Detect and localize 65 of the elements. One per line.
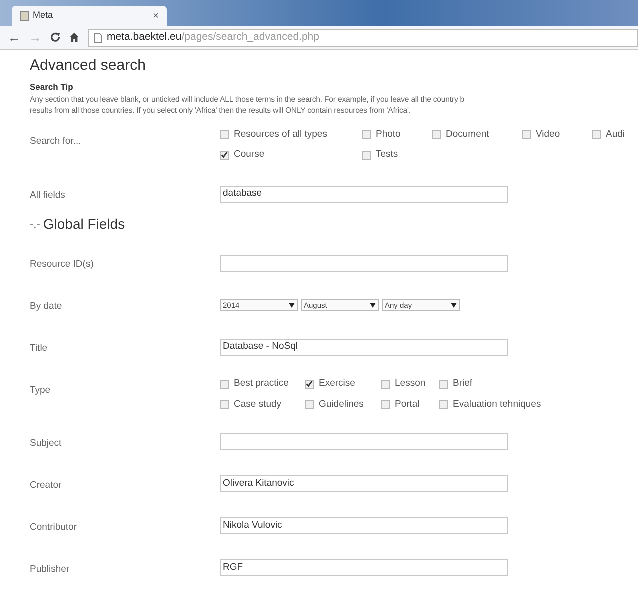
option-label: Best practice bbox=[234, 377, 289, 392]
option-label: Video bbox=[536, 128, 560, 142]
dropdown-arrow-icon bbox=[370, 302, 376, 308]
section-title: Global Fields bbox=[43, 215, 126, 234]
page-icon bbox=[20, 11, 29, 21]
checkbox[interactable] bbox=[522, 130, 531, 140]
text-field[interactable] bbox=[220, 254, 508, 272]
tip-heading: Search Tip bbox=[30, 81, 74, 94]
checkbox[interactable] bbox=[381, 400, 390, 410]
option-label: Course bbox=[234, 148, 265, 162]
field-label: Resource ID(s) bbox=[30, 259, 94, 270]
option-label: Audi bbox=[606, 128, 626, 142]
option-label: Evaluation tehniques bbox=[453, 398, 542, 412]
checkbox[interactable] bbox=[362, 150, 371, 160]
home-icon[interactable] bbox=[69, 32, 80, 43]
field-label: Publisher bbox=[30, 564, 70, 575]
option-label: Portal bbox=[395, 398, 420, 412]
option-label: Photo bbox=[376, 128, 401, 142]
field-label: Contributor bbox=[30, 522, 77, 533]
option-label: Brief bbox=[453, 377, 473, 392]
tab-close-button[interactable]: × bbox=[153, 8, 159, 24]
field-label: Type bbox=[30, 385, 51, 396]
page-icon bbox=[94, 32, 102, 42]
option-label: Document bbox=[446, 128, 490, 142]
checkmark-icon bbox=[221, 151, 228, 160]
text-field[interactable]: database bbox=[220, 186, 508, 203]
address-bar[interactable]: meta.baektel.eu/pages/search_advanced.php bbox=[88, 28, 638, 46]
checkbox[interactable] bbox=[439, 400, 448, 410]
checkbox[interactable] bbox=[220, 130, 229, 140]
option-label: Exercise bbox=[319, 377, 356, 392]
checkbox[interactable] bbox=[432, 130, 441, 140]
back-button[interactable]: ← bbox=[8, 31, 21, 44]
reload-icon[interactable] bbox=[50, 32, 61, 43]
text-field[interactable]: Olivera Kitanovic bbox=[220, 475, 508, 492]
checkbox[interactable] bbox=[220, 400, 229, 410]
text-field[interactable] bbox=[220, 433, 508, 450]
option-label: Lesson bbox=[395, 377, 426, 392]
option-label: Guidelines bbox=[319, 398, 364, 412]
text-field[interactable]: Database - NoSql bbox=[220, 338, 508, 356]
page-title: Advanced search bbox=[30, 56, 147, 76]
checkbox[interactable] bbox=[220, 150, 229, 160]
field-label: Subject bbox=[30, 438, 62, 449]
field-label: By date bbox=[30, 301, 62, 312]
checkbox[interactable] bbox=[305, 380, 314, 389]
dropdown-arrow-icon bbox=[451, 302, 457, 308]
field-label: Creator bbox=[30, 480, 62, 491]
checkbox[interactable] bbox=[592, 130, 601, 140]
option-label: Resources of all types bbox=[234, 128, 328, 142]
text-field[interactable]: Nikola Vulovic bbox=[220, 517, 508, 534]
section-marker: -,- bbox=[30, 218, 40, 232]
option-label: Case study bbox=[234, 398, 282, 412]
field-label: Title bbox=[30, 343, 48, 354]
checkbox[interactable] bbox=[362, 130, 371, 140]
checkmark-icon bbox=[306, 380, 313, 388]
checkbox[interactable] bbox=[220, 380, 229, 389]
dropdown-arrow-icon bbox=[289, 302, 295, 308]
checkbox[interactable] bbox=[439, 380, 448, 389]
checkbox[interactable] bbox=[381, 380, 390, 389]
field-label: Search for... bbox=[30, 136, 82, 147]
browser-tab[interactable]: Meta × bbox=[12, 6, 167, 26]
field-label: All fields bbox=[30, 190, 66, 202]
text-field[interactable]: RGF bbox=[220, 559, 508, 576]
option-label: Tests bbox=[376, 148, 398, 162]
tab-title: Meta bbox=[33, 9, 54, 22]
checkbox[interactable] bbox=[305, 400, 314, 410]
